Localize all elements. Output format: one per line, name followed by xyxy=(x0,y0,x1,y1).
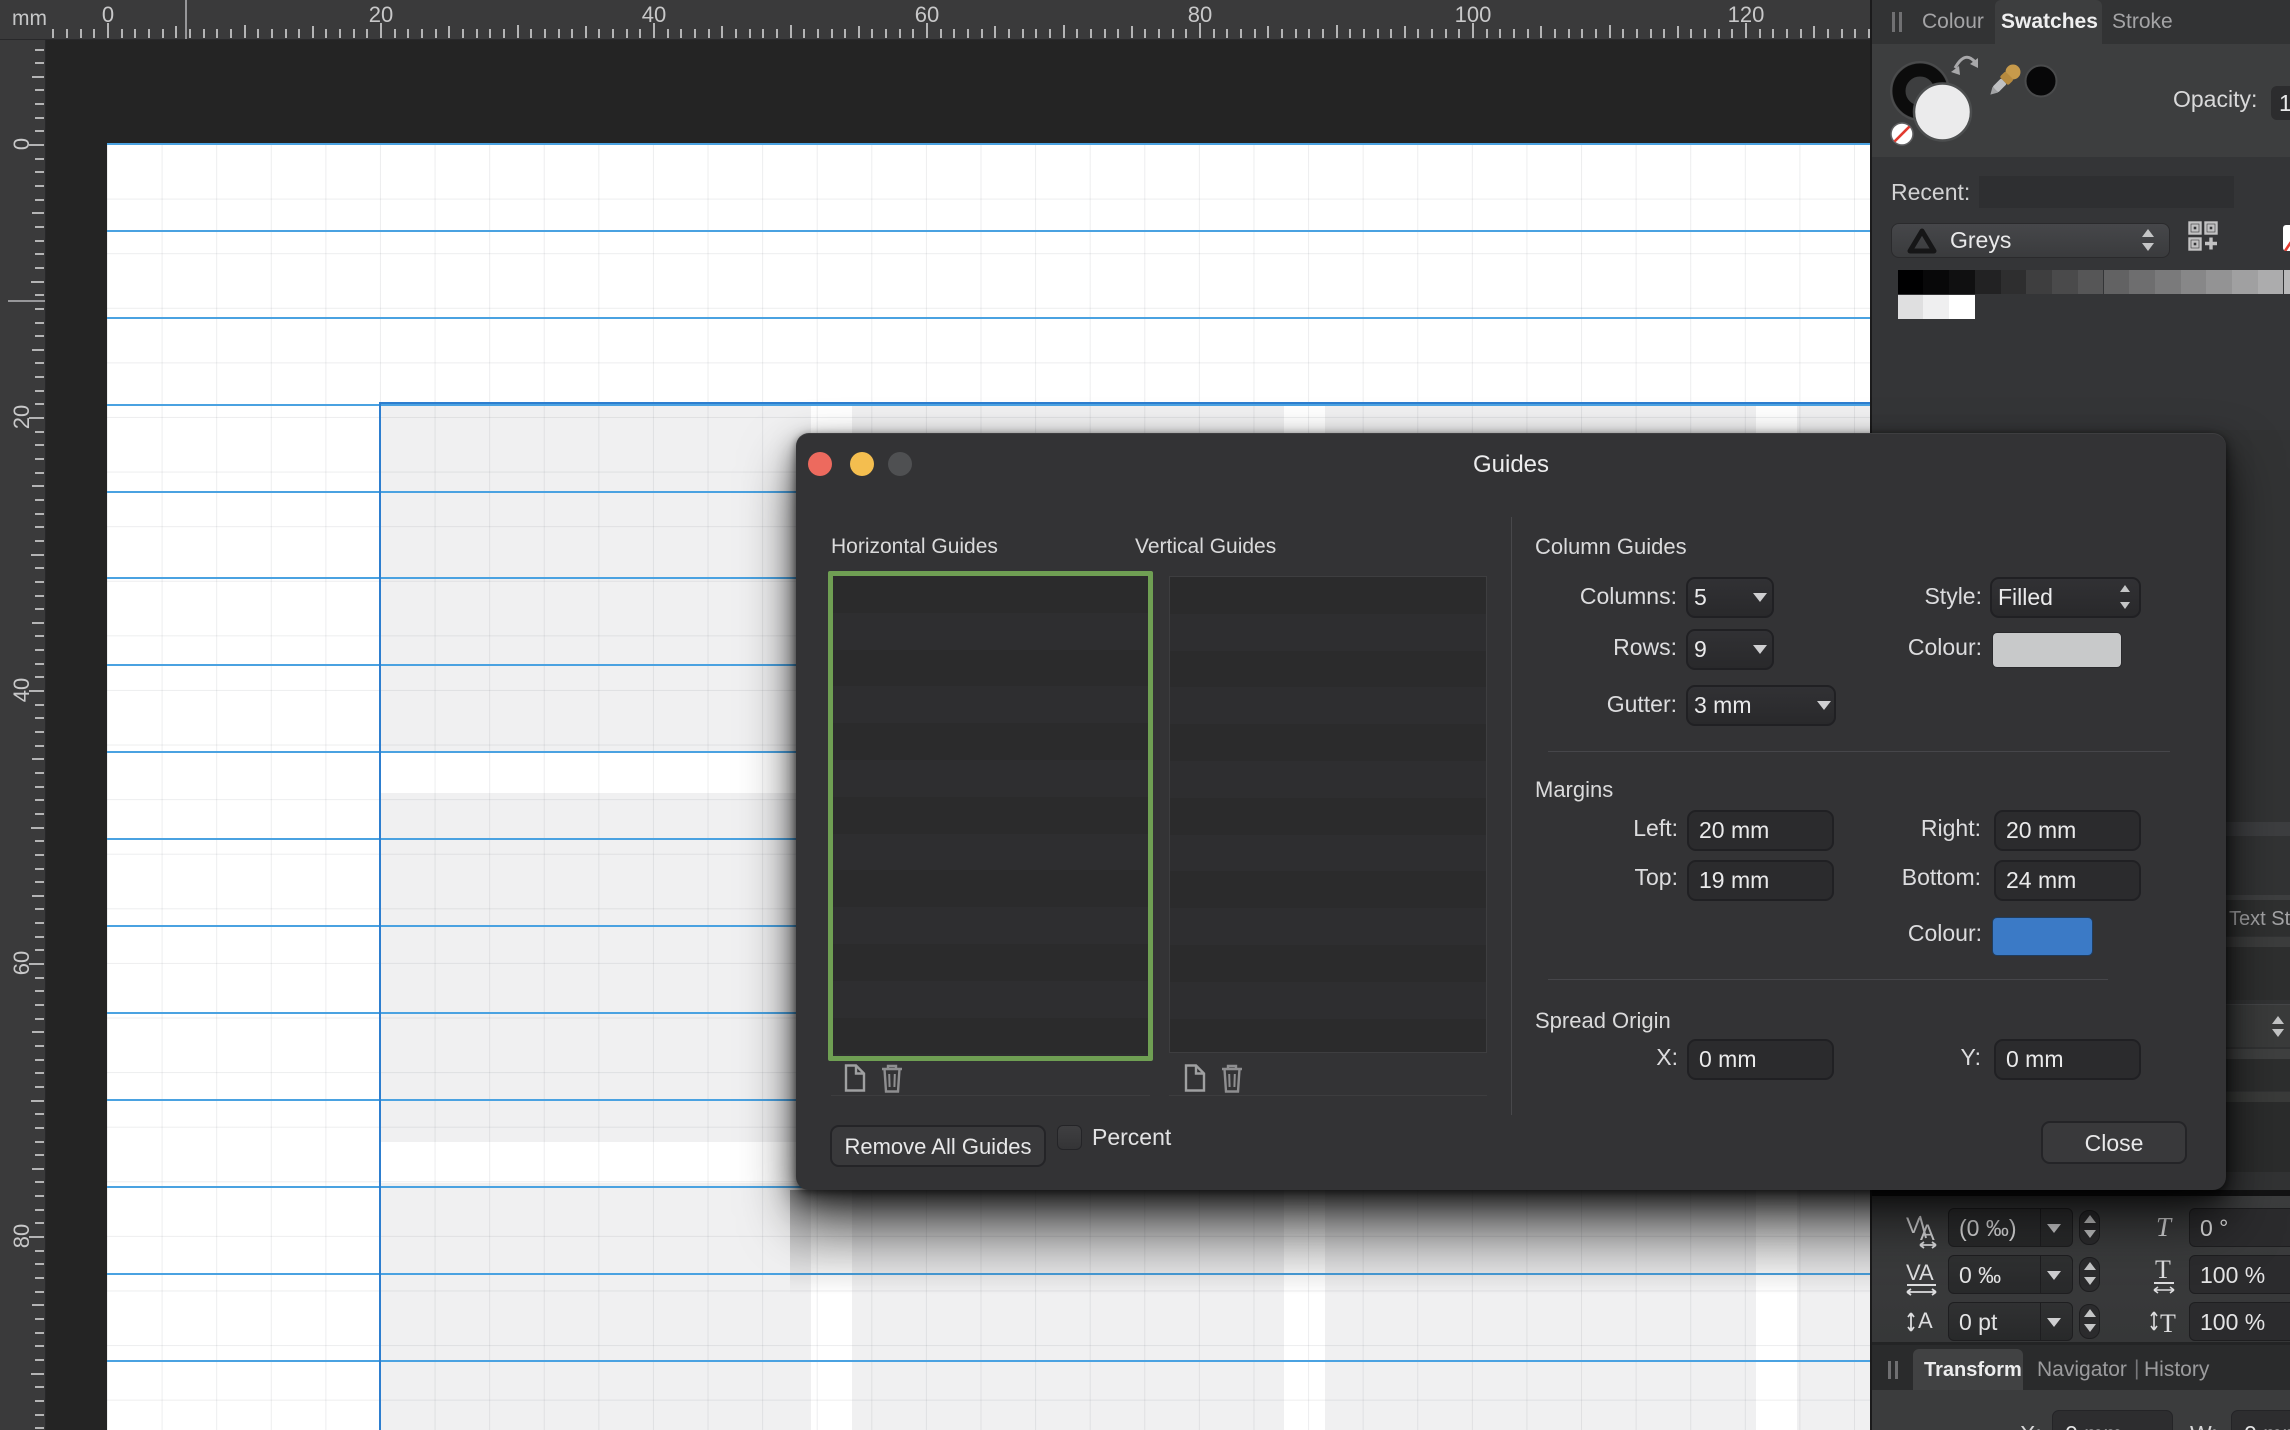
svg-text:A: A xyxy=(1918,1308,1933,1333)
svg-text:T: T xyxy=(2155,1255,2171,1284)
svg-text:T: T xyxy=(2160,1309,2176,1335)
svg-text:T: T xyxy=(2156,1212,2173,1242)
svg-text:VA: VA xyxy=(1906,1260,1934,1285)
svg-text:V: V xyxy=(1906,1213,1921,1238)
